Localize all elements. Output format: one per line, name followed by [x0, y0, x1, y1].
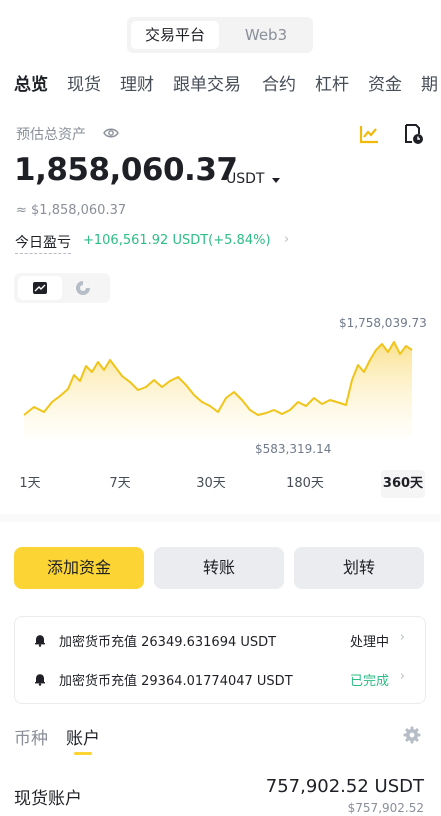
range-360d[interactable]: 360天: [381, 470, 425, 498]
chart-area: [24, 342, 412, 438]
chevron-right-icon: ›: [399, 630, 405, 645]
nav-tab-earn[interactable]: 理财: [120, 70, 154, 100]
nav-tab-margin[interactable]: 杠杆: [315, 70, 349, 100]
range-30d[interactable]: 30天: [192, 470, 230, 498]
tab-account[interactable]: 账户: [66, 724, 100, 749]
platform-switch: 交易平台 Web3: [127, 17, 313, 53]
tab-exchange[interactable]: 交易平台: [131, 21, 219, 49]
balance-chart: [23, 341, 413, 438]
chevron-down-icon[interactable]: [272, 178, 280, 183]
chart-type-toggle: [14, 273, 110, 303]
account-name[interactable]: 现货账户: [14, 784, 82, 809]
deposit-notice-item[interactable]: 加密货币充值 29364.01774047 USDT 已完成 ›: [15, 659, 425, 699]
nav-tab-copy-trading[interactable]: 跟单交易: [173, 70, 241, 100]
estimated-assets-label: 预估总资产: [16, 127, 86, 143]
deposit-notices: 加密货币充值 26349.631694 USDT 处理中 › 加密货币充值 29…: [14, 616, 426, 704]
chevron-right-icon[interactable]: ›: [284, 232, 289, 247]
nav-tab-overview[interactable]: 总览: [14, 70, 48, 100]
tab-coin[interactable]: 币种: [14, 724, 48, 749]
bell-icon: [35, 674, 45, 686]
tab-web3[interactable]: Web3: [223, 21, 309, 49]
eye-icon[interactable]: [103, 126, 119, 140]
section-divider: [0, 514, 441, 522]
bell-icon: [35, 635, 45, 647]
notice-text: 加密货币充值 26349.631694 USDT: [59, 635, 277, 650]
today-pnl-value: +106,561.92 USDT(+5.84%): [83, 233, 271, 248]
history-icon[interactable]: [401, 122, 425, 146]
account-fiat-value: $757,902.52: [347, 801, 424, 815]
nav-tab-futures[interactable]: 合约: [262, 70, 296, 100]
nav-tab-spot[interactable]: 现货: [67, 70, 101, 100]
asset-nav-tabs: 总览 现货 理财 跟单交易 合约 杠杆 资金 期: [0, 70, 441, 100]
internal-transfer-button[interactable]: 划转: [294, 547, 424, 589]
nav-tab-funding[interactable]: 资金: [368, 70, 402, 100]
total-balance: 1,858,060.37: [14, 152, 238, 188]
pie-chart-icon[interactable]: [74, 279, 92, 297]
gear-icon[interactable]: [403, 726, 421, 744]
fiat-equivalent: ≈ $1,858,060.37: [16, 203, 127, 218]
deposit-notice-item[interactable]: 加密货币充值 26349.631694 USDT 处理中 ›: [15, 620, 425, 660]
nav-tab-options[interactable]: 期: [421, 70, 438, 100]
range-7d[interactable]: 7天: [104, 470, 136, 498]
notice-status: 已完成: [349, 674, 389, 689]
line-chart-icon[interactable]: [357, 122, 381, 146]
transfer-button[interactable]: 转账: [154, 547, 284, 589]
notice-status: 处理中: [349, 635, 389, 650]
line-chart-icon: [33, 282, 47, 294]
active-tab-indicator: [74, 752, 92, 755]
chart-low-label: $583,319.14: [255, 442, 332, 456]
range-180d[interactable]: 180天: [282, 470, 328, 498]
add-funds-button[interactable]: 添加资金: [14, 547, 144, 589]
currency-unit-selector[interactable]: USDT: [226, 171, 264, 187]
line-mode-button[interactable]: [18, 276, 62, 300]
today-pnl-label[interactable]: 今日盈亏: [15, 232, 71, 254]
notice-text: 加密货币充值 29364.01774047 USDT: [59, 674, 293, 689]
range-1d[interactable]: 1天: [14, 470, 46, 498]
account-value: 757,902.52 USDT: [265, 776, 424, 797]
chevron-right-icon: ›: [399, 669, 405, 684]
